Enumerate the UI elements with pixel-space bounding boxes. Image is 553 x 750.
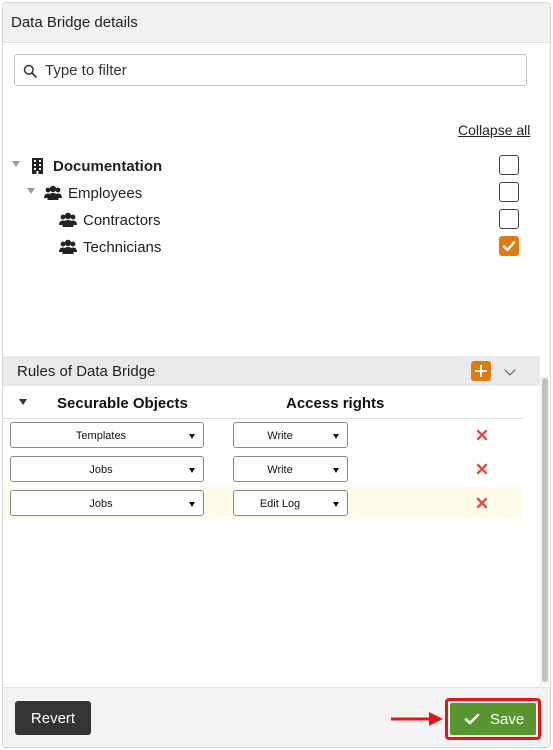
panel-footer: Revert Save bbox=[3, 687, 550, 747]
checkbox-checked[interactable] bbox=[499, 236, 519, 256]
expand-caret-icon[interactable] bbox=[27, 188, 35, 194]
securable-object-select[interactable]: Templates bbox=[10, 422, 204, 448]
filter-input[interactable] bbox=[45, 59, 515, 81]
dropdown-arrow-icon bbox=[333, 502, 339, 507]
securable-object-select[interactable]: Jobs bbox=[10, 490, 204, 516]
filter-field[interactable] bbox=[14, 54, 527, 86]
checkmark-icon bbox=[464, 713, 480, 725]
dropdown-arrow-icon bbox=[333, 468, 339, 473]
tree-item-documentation[interactable]: Documentation bbox=[3, 154, 550, 180]
checkmark-icon bbox=[502, 241, 516, 252]
access-right-select[interactable]: Write bbox=[233, 422, 348, 448]
delete-icon[interactable] bbox=[474, 427, 490, 443]
delete-icon[interactable] bbox=[474, 461, 490, 477]
column-header-access-rights: Access rights bbox=[286, 395, 385, 412]
sort-caret-icon[interactable] bbox=[19, 399, 27, 405]
tree-item-contractors[interactable]: Contractors bbox=[3, 208, 550, 234]
save-button[interactable]: Save bbox=[450, 703, 536, 735]
tree-item-label: Employees bbox=[68, 185, 143, 202]
tree-item-label: Documentation bbox=[53, 158, 163, 175]
tree-item-technicians[interactable]: Technicians bbox=[3, 235, 550, 261]
rules-header: Rules of Data Bridge bbox=[3, 356, 540, 386]
scrollbar[interactable] bbox=[540, 376, 549, 686]
expand-caret-icon[interactable] bbox=[12, 161, 20, 167]
access-right-select[interactable]: Write bbox=[233, 456, 348, 482]
scrollbar-thumb[interactable] bbox=[542, 378, 548, 682]
securable-object-select[interactable]: Jobs bbox=[10, 456, 204, 482]
access-right-select[interactable]: Edit Log bbox=[233, 490, 348, 516]
checkbox[interactable] bbox=[499, 209, 519, 229]
tree-item-label: Technicians bbox=[83, 239, 162, 256]
dropdown-arrow-icon bbox=[333, 434, 339, 439]
save-label: Save bbox=[490, 711, 525, 728]
save-highlight-box: Save bbox=[445, 698, 541, 740]
panel-title: Data Bridge details bbox=[11, 14, 138, 31]
checkbox[interactable] bbox=[499, 182, 519, 202]
column-header-securable-objects: Securable Objects bbox=[57, 395, 188, 412]
data-bridge-panel: Data Bridge details Collapse all Documen… bbox=[2, 2, 551, 748]
rule-row: Jobs Edit Log bbox=[3, 487, 523, 519]
arrow-right-icon bbox=[391, 712, 443, 726]
rules-title: Rules of Data Bridge bbox=[17, 363, 156, 380]
rule-row: Templates Write bbox=[3, 419, 523, 451]
collapse-all-link[interactable]: Collapse all bbox=[458, 122, 530, 138]
dropdown-arrow-icon bbox=[189, 468, 195, 473]
rules-column-headers: Securable Objects Access rights bbox=[3, 387, 523, 419]
users-icon bbox=[59, 239, 77, 254]
tree-item-label: Contractors bbox=[83, 212, 161, 229]
delete-icon[interactable] bbox=[474, 495, 490, 511]
revert-button[interactable]: Revert bbox=[15, 701, 91, 735]
users-icon bbox=[44, 185, 62, 200]
panel-header: Data Bridge details bbox=[3, 3, 550, 43]
search-icon bbox=[23, 64, 37, 78]
building-icon bbox=[32, 158, 43, 174]
dropdown-arrow-icon bbox=[189, 434, 195, 439]
chevron-down-icon[interactable] bbox=[504, 364, 516, 376]
rule-row: Jobs Write bbox=[3, 453, 523, 485]
add-rule-button[interactable] bbox=[471, 361, 491, 381]
checkbox[interactable] bbox=[499, 155, 519, 175]
tree-item-employees[interactable]: Employees bbox=[3, 181, 550, 207]
dropdown-arrow-icon bbox=[189, 502, 195, 507]
users-icon bbox=[59, 212, 77, 227]
